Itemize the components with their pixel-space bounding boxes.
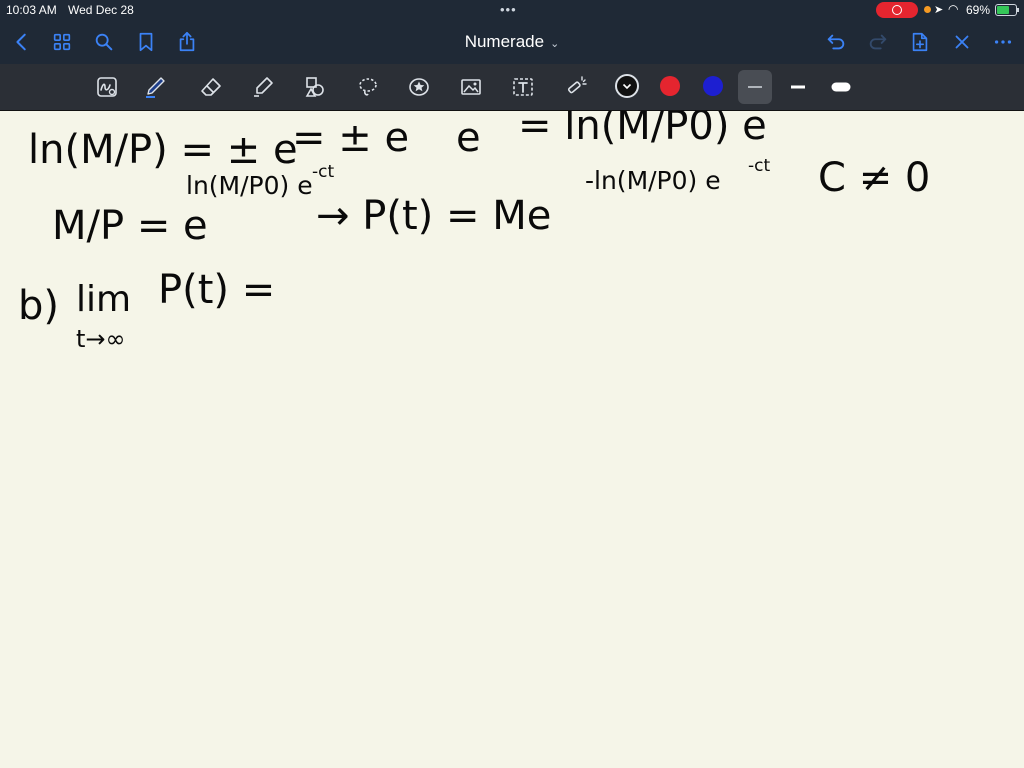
note-line2-result-exponent-sup: -ct: [748, 156, 770, 176]
note-line1-right: = ln(M/P0) e: [518, 111, 767, 149]
undo-icon[interactable]: [822, 28, 850, 56]
document-title-text: Numerade: [464, 32, 545, 51]
lasso-icon[interactable]: [353, 72, 383, 102]
handwriting-icon[interactable]: [92, 72, 122, 102]
handwriting-layer: ln(M/P) = ± e = ± e e = ln(M/P0) e M/P =…: [18, 111, 930, 353]
note-line2-exponent: ln(M/P0) e: [186, 171, 313, 200]
note-line2-result-exponent: -ln(M/P0) e: [585, 166, 721, 195]
note-line1-left: ln(M/P) = ± e: [28, 127, 298, 173]
color-black-swatch[interactable]: [615, 74, 639, 98]
note-line2-result: → P(t) = Me: [316, 193, 551, 239]
stroke-medium-button[interactable]: [781, 70, 815, 104]
note-line2-condition: C ≠ 0: [818, 155, 930, 201]
redo-icon[interactable]: [864, 28, 892, 56]
nav-bar: Numerade ⌄: [0, 20, 1024, 64]
note-limit: lim: [76, 279, 131, 320]
add-page-icon[interactable]: [906, 28, 934, 56]
chevron-down-icon: ⌄: [550, 38, 560, 50]
laser-pointer-icon[interactable]: [561, 72, 591, 102]
highlighter-icon[interactable]: [248, 72, 278, 102]
stroke-thin-button[interactable]: [738, 70, 772, 104]
note-line1-mid: = ± e: [292, 115, 409, 161]
note-line2-exponent-sup: -ct: [312, 162, 334, 182]
eraser-icon[interactable]: [196, 72, 226, 102]
shapes-icon[interactable]: [300, 72, 330, 102]
battery-percent: 69%: [966, 3, 991, 17]
multitasking-dots-icon[interactable]: •••: [500, 2, 517, 17]
stroke-thick-button[interactable]: [824, 70, 858, 104]
location-indicator-icon: [924, 6, 931, 13]
more-icon[interactable]: [989, 28, 1017, 56]
note-line1-e: e: [456, 115, 481, 161]
status-date: Wed Dec 28: [68, 3, 134, 17]
battery-icon: [995, 4, 1019, 16]
note-canvas[interactable]: ln(M/P) = ± e = ± e e = ln(M/P0) e M/P =…: [0, 111, 1024, 768]
note-limit-expression: P(t) =: [158, 267, 275, 313]
status-time: 10:03 AM: [6, 3, 57, 17]
image-icon[interactable]: [456, 72, 486, 102]
screen-recording-icon[interactable]: [876, 2, 918, 18]
sticker-icon[interactable]: [404, 72, 434, 102]
pen-icon[interactable]: [140, 72, 170, 102]
note-part-b-label: b): [18, 283, 59, 329]
drawing-toolbar: [0, 64, 1024, 111]
wifi-icon: ◠: [948, 2, 959, 16]
location-arrow-icon: ➤: [934, 4, 944, 16]
status-bar: 10:03 AM Wed Dec 28 ••• ➤ ◠ 69%: [0, 0, 1024, 20]
note-limit-subscript: t→∞: [76, 325, 126, 353]
close-icon[interactable]: [948, 28, 976, 56]
color-blue-swatch[interactable]: [703, 76, 723, 96]
note-line2-left: M/P = e: [52, 203, 208, 249]
text-icon[interactable]: [508, 72, 538, 102]
color-red-swatch[interactable]: [660, 76, 680, 96]
